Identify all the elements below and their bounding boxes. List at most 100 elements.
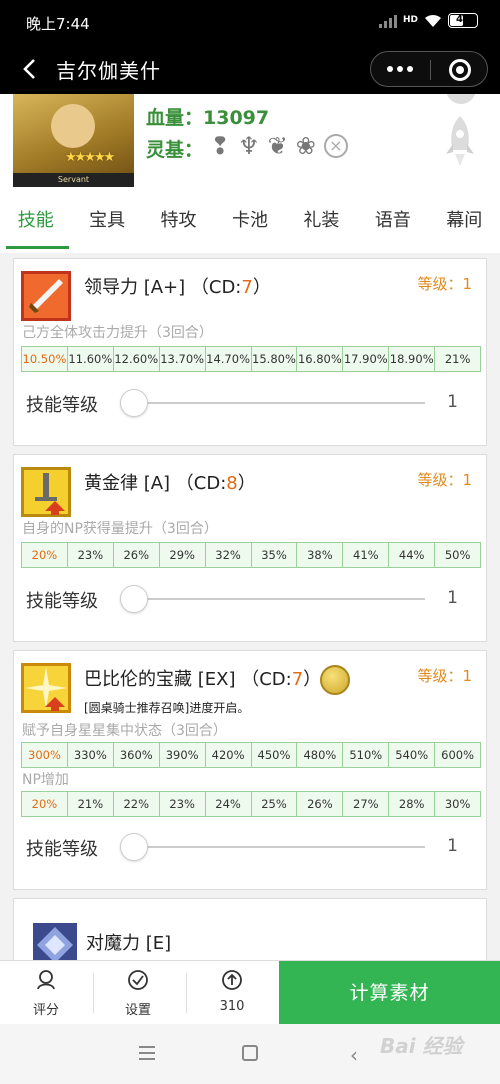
rate-button[interactable]: 评分 bbox=[14, 961, 78, 1025]
bottom-action-bar: 评分 设置 310 计算素材 bbox=[0, 960, 500, 1025]
effect-value: 540% bbox=[389, 743, 436, 767]
effect-value: 360% bbox=[114, 743, 160, 767]
wifi-icon bbox=[425, 14, 441, 27]
effect-value: 35% bbox=[252, 543, 298, 567]
skill-name-text: 领导力 [A+] （CD: bbox=[84, 277, 242, 298]
ascension-2-icon[interactable]: ♆ bbox=[238, 132, 260, 160]
effect-value: 32% bbox=[206, 543, 252, 567]
tab-special-attack[interactable]: 特攻 bbox=[143, 196, 214, 253]
skill-level-slider[interactable] bbox=[122, 598, 425, 600]
skill-name-close: ） bbox=[252, 277, 271, 298]
skill-level-slider[interactable] bbox=[122, 846, 425, 848]
effect-value: 300% bbox=[22, 743, 68, 767]
unlock-note: [圆桌骑士推荐召唤]进度开启。 bbox=[84, 701, 250, 715]
calculate-materials-button[interactable]: 计算素材 bbox=[279, 961, 500, 1025]
ascension-1-icon[interactable]: ❢ bbox=[210, 132, 230, 160]
slider-knob[interactable] bbox=[120, 389, 148, 417]
clear-icon[interactable]: × bbox=[323, 134, 348, 158]
effect-description: NP增加 bbox=[22, 772, 69, 788]
effect-value: 41% bbox=[343, 543, 390, 567]
tab-noble-phantasm[interactable]: 宝具 bbox=[71, 196, 142, 253]
check-circle-icon bbox=[128, 970, 148, 990]
skill-level: 等级：1 bbox=[417, 275, 472, 293]
effect-value: 18.90% bbox=[389, 347, 436, 371]
mini-program-capsule bbox=[370, 51, 488, 87]
scroll-top-button[interactable] bbox=[446, 94, 476, 104]
effect-values-row: 20% 23% 26% 29% 32% 35% 38% 41% 44% 50% bbox=[21, 542, 481, 568]
effect-value: 480% bbox=[297, 743, 344, 767]
tab-craft-essence[interactable]: 礼装 bbox=[286, 196, 357, 253]
effect-value: 23% bbox=[68, 543, 114, 567]
effect-value: 23% bbox=[160, 792, 206, 816]
hp-value: 血量：13097 bbox=[146, 107, 270, 129]
arrow-up-circle-icon bbox=[222, 970, 242, 990]
up-count-label: 310 bbox=[219, 999, 245, 1014]
portrait-plate: Servant bbox=[13, 173, 134, 187]
skill-card: 黄金律 [A] （CD:8） 等级：1 自身的NP获得量提升（3回合） 20% … bbox=[13, 454, 487, 642]
skill-name: 黄金律 [A] （CD:8） bbox=[84, 469, 256, 495]
effect-value: 38% bbox=[297, 543, 344, 567]
up-count-button[interactable]: 310 bbox=[200, 961, 264, 1025]
effect-value: 12.60% bbox=[114, 347, 160, 371]
tab-interlude[interactable]: 幕间 bbox=[429, 196, 500, 253]
settings-button[interactable]: 设置 bbox=[106, 961, 170, 1025]
nav-bar: 吉尔伽美什 bbox=[0, 44, 500, 94]
skill-card: 领导力 [A+] （CD:7） 等级：1 己方全体攻击力提升（3回合） 10.5… bbox=[13, 258, 487, 446]
skill-name-text: 巴比伦的宝藏 [EX] （CD: bbox=[84, 669, 292, 690]
bottom-divider bbox=[93, 973, 94, 1013]
effect-value: 10.50% bbox=[22, 347, 68, 371]
effect-value: 330% bbox=[68, 743, 114, 767]
skill-level-slider[interactable] bbox=[122, 402, 425, 404]
bottom-divider bbox=[186, 973, 187, 1013]
effect-value: 420% bbox=[206, 743, 252, 767]
skill-name-close: ） bbox=[303, 669, 322, 690]
servant-header: ★★★★★ Servant 血量：13097 灵基： ❢ ♆ ❦ ❀ × bbox=[0, 94, 500, 196]
close-target-icon[interactable] bbox=[449, 59, 471, 81]
skill-level: 等级：1 bbox=[417, 471, 472, 489]
effect-value: 20% bbox=[22, 792, 68, 816]
system-back-icon[interactable]: ‹ bbox=[350, 1043, 358, 1067]
capsule-divider bbox=[430, 60, 431, 80]
slider-knob[interactable] bbox=[120, 833, 148, 861]
spirit-origin-label: 灵基： bbox=[146, 139, 204, 161]
slider-knob[interactable] bbox=[120, 585, 148, 613]
back-arrow-icon[interactable] bbox=[16, 54, 46, 84]
skill-level-label: 技能等级 bbox=[26, 395, 98, 416]
effect-description: 赋予自身星星集中状态（3回合） bbox=[22, 723, 227, 739]
tab-voice[interactable]: 语音 bbox=[357, 196, 428, 253]
tab-card-pool[interactable]: 卡池 bbox=[214, 196, 285, 253]
status-icons: HD 44 bbox=[378, 13, 478, 28]
recent-apps-icon[interactable] bbox=[139, 1046, 155, 1060]
network-label: HD bbox=[402, 15, 418, 25]
effect-value: 21% bbox=[68, 792, 114, 816]
ascension-3-icon[interactable]: ❦ bbox=[268, 132, 288, 160]
effect-value: 24% bbox=[206, 792, 252, 816]
effect-value: 16.80% bbox=[297, 347, 344, 371]
effect-values-row: 10.50% 11.60% 12.60% 13.70% 14.70% 15.80… bbox=[21, 346, 481, 372]
effect-value: 21% bbox=[444, 352, 471, 366]
status-time: 晚上7:44 bbox=[26, 15, 90, 33]
effect-description: 己方全体攻击力提升（3回合） bbox=[22, 325, 213, 341]
home-icon[interactable] bbox=[242, 1045, 258, 1061]
signal-icon bbox=[378, 14, 397, 28]
effect-value: 11.60% bbox=[68, 347, 114, 371]
rate-label: 评分 bbox=[32, 1003, 59, 1018]
effect-description: 自身的NP获得量提升（3回合） bbox=[22, 521, 218, 537]
more-icon[interactable] bbox=[387, 66, 413, 72]
skill-level-value: 1 bbox=[447, 836, 458, 856]
skill-level-label: 技能等级 bbox=[26, 839, 98, 860]
effect-value: 26% bbox=[297, 792, 344, 816]
skill-name-close: ） bbox=[237, 473, 256, 494]
skill-level-label: 技能等级 bbox=[26, 591, 98, 612]
ascension-4-icon[interactable]: ❀ bbox=[296, 132, 316, 160]
effect-value: 20% bbox=[22, 543, 68, 567]
watermark: Bai 经验 bbox=[380, 1034, 463, 1058]
tab-skills[interactable]: 技能 bbox=[0, 196, 71, 253]
rocket-icon[interactable] bbox=[440, 114, 480, 169]
effect-value: 510% bbox=[343, 743, 390, 767]
battery-icon: 44 bbox=[448, 13, 478, 28]
skill-card: 巴比伦的宝藏 [EX] （CD:7） 等级：1 [圆桌骑士推荐召唤]进度开启。 … bbox=[13, 650, 487, 890]
effect-value: 27% bbox=[343, 792, 390, 816]
content-area[interactable]: ★★★★★ Servant 血量：13097 灵基： ❢ ♆ ❦ ❀ × 技能 … bbox=[0, 94, 500, 960]
servant-portrait: ★★★★★ Servant bbox=[13, 94, 134, 187]
